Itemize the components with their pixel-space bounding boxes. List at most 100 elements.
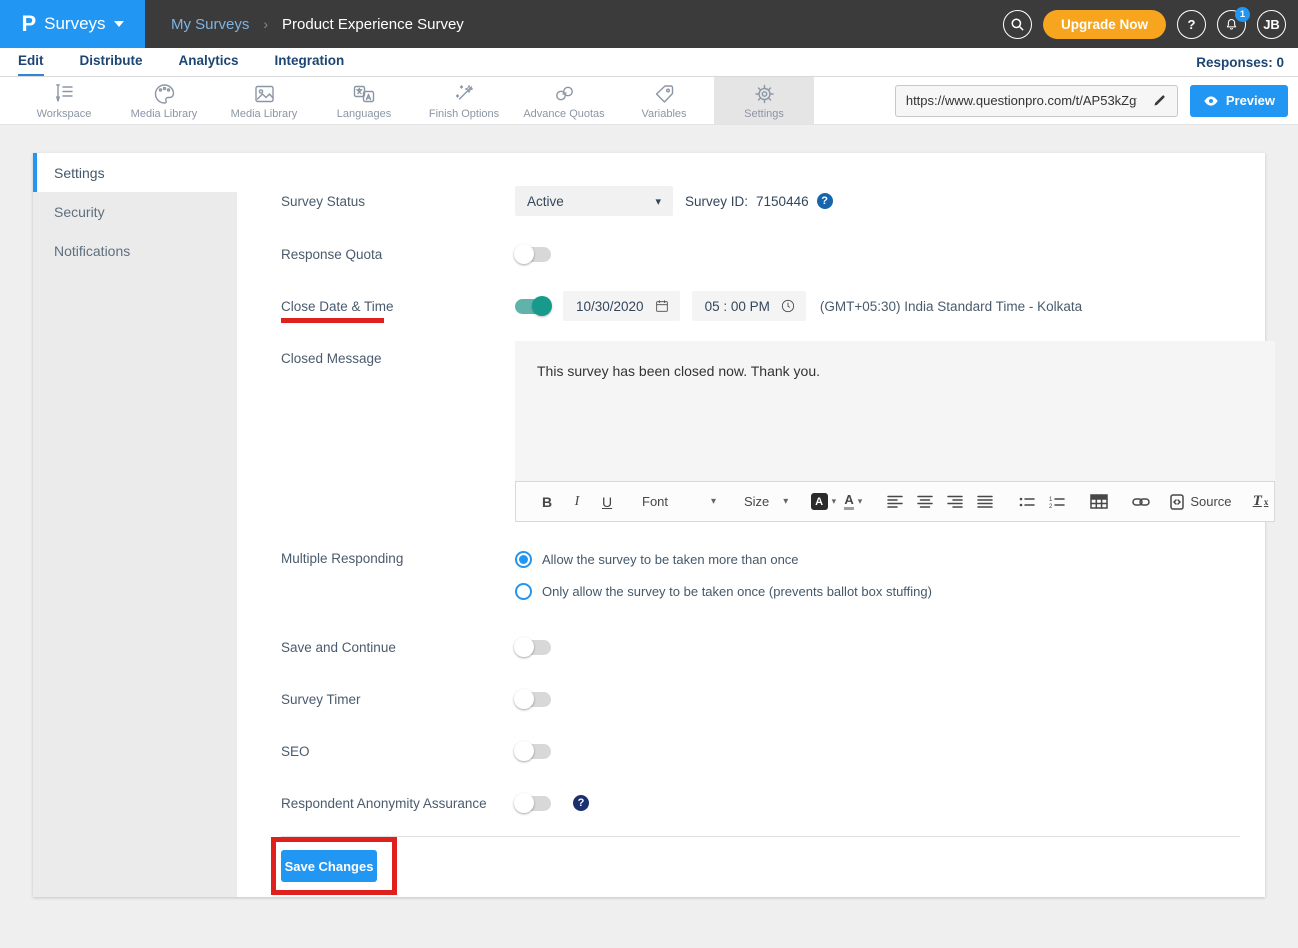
upgrade-now-button[interactable]: Upgrade Now — [1043, 10, 1166, 39]
questionpro-logo-icon: P — [21, 13, 36, 35]
closed-message-editor: This survey has been closed now. Thank y… — [515, 341, 1275, 522]
eye-icon — [1203, 95, 1219, 107]
settings-form: Survey Status Active ▾ Survey ID: 715044… — [237, 153, 1265, 897]
avatar-initials: JB — [1263, 17, 1280, 32]
annotation-red-underline — [281, 318, 384, 323]
responses-count: Responses: 0 — [1196, 55, 1298, 70]
sidebar-item-security[interactable]: Security — [33, 192, 237, 231]
radio-option-once[interactable]: Only allow the survey to be taken once (… — [515, 575, 932, 607]
tool-finish-options[interactable]: Finish Options — [414, 77, 514, 124]
align-center-button[interactable] — [912, 489, 938, 515]
finish-options-icon — [452, 82, 477, 106]
insert-link-button[interactable] — [1128, 489, 1154, 515]
breadcrumb-my-surveys[interactable]: My Surveys — [171, 16, 249, 33]
richtext-toolbar: B I U Font▾ Size▾ A▾ A▾ — [515, 481, 1275, 522]
underline-button[interactable]: U — [594, 489, 620, 515]
text-color-icon: A — [844, 493, 853, 510]
survey-id-label: Survey ID: — [685, 194, 748, 209]
radio-selected-icon — [515, 551, 532, 568]
chevron-down-icon — [114, 21, 124, 27]
tool-settings[interactable]: Settings — [714, 77, 814, 124]
survey-status-label: Survey Status — [281, 194, 515, 209]
chevron-down-icon: ▾ — [655, 195, 661, 208]
survey-id-help-icon[interactable]: ? — [817, 193, 833, 209]
respondent-anonymity-help-icon[interactable]: ? — [573, 795, 589, 811]
insert-table-button[interactable] — [1086, 489, 1112, 515]
tab-integration[interactable]: Integration — [275, 53, 345, 76]
sidebar-item-settings[interactable]: Settings — [33, 153, 237, 192]
preview-button[interactable]: Preview — [1190, 85, 1288, 117]
close-date-time-toggle[interactable] — [515, 299, 551, 314]
tab-analytics[interactable]: Analytics — [179, 53, 239, 76]
respondent-anonymity-label: Respondent Anonymity Assurance — [281, 796, 515, 811]
text-color-button[interactable]: A▾ — [840, 489, 866, 515]
align-justify-button[interactable] — [972, 489, 998, 515]
close-time-field[interactable]: 05 : 00 PM — [692, 291, 806, 321]
save-and-continue-row: Save and Continue — [281, 632, 1240, 662]
remove-format-button[interactable]: Tx — [1248, 489, 1274, 515]
respondent-anonymity-toggle[interactable] — [515, 796, 551, 811]
background-color-button[interactable]: A▾ — [810, 489, 836, 515]
response-quota-toggle[interactable] — [515, 247, 551, 262]
source-button[interactable]: Source — [1170, 489, 1231, 515]
close-date-field[interactable]: 10/30/2020 — [563, 291, 680, 321]
closed-message-textarea[interactable]: This survey has been closed now. Thank y… — [515, 341, 1275, 481]
tool-workspace[interactable]: Workspace — [14, 77, 114, 124]
multiple-responding-row: Multiple Responding Allow the survey to … — [281, 543, 1240, 607]
svg-text:2: 2 — [1049, 504, 1053, 509]
italic-button[interactable]: I — [564, 489, 590, 515]
radio-option-multiple[interactable]: Allow the survey to be taken more than o… — [515, 543, 932, 575]
seo-row: SEO — [281, 736, 1240, 766]
numbered-list-button[interactable]: 12 — [1044, 489, 1070, 515]
sidebar-item-notifications[interactable]: Notifications — [33, 231, 237, 270]
top-bar: P Surveys My Surveys › Product Experienc… — [0, 0, 1298, 48]
search-button[interactable] — [1003, 10, 1032, 39]
variables-icon — [652, 82, 677, 106]
clock-icon — [780, 298, 796, 314]
survey-timer-toggle[interactable] — [515, 692, 551, 707]
tab-edit[interactable]: Edit — [18, 53, 44, 76]
response-quota-label: Response Quota — [281, 247, 515, 262]
tool-variables[interactable]: Variables — [614, 77, 714, 124]
edit-url-button[interactable] — [1143, 86, 1177, 116]
tab-distribute[interactable]: Distribute — [80, 53, 143, 76]
size-dropdown[interactable]: Size▾ — [738, 489, 794, 515]
bulleted-list-button[interactable] — [1014, 489, 1040, 515]
multiple-responding-options: Allow the survey to be taken more than o… — [515, 543, 932, 607]
settings-sidebar: Settings Security Notifications — [33, 153, 237, 897]
survey-url-input[interactable] — [896, 93, 1143, 108]
tool-advance-quotas[interactable]: Advance Quotas — [514, 77, 614, 124]
breadcrumb-separator: › — [263, 16, 268, 32]
align-justify-icon — [977, 495, 993, 509]
top-actions: Upgrade Now ? 1 JB — [1003, 10, 1298, 39]
user-avatar[interactable]: JB — [1257, 10, 1286, 39]
surveys-app-menu[interactable]: P Surveys — [0, 0, 145, 48]
ribbon-right: Preview — [895, 77, 1298, 124]
save-and-continue-toggle[interactable] — [515, 640, 551, 655]
survey-status-row: Survey Status Active ▾ Survey ID: 715044… — [281, 186, 1240, 216]
search-icon — [1010, 17, 1025, 32]
survey-status-select[interactable]: Active ▾ — [515, 186, 673, 216]
align-left-button[interactable] — [882, 489, 908, 515]
seo-toggle[interactable] — [515, 744, 551, 759]
edit-ribbon: Workspace Media Library Media Library La… — [0, 77, 1298, 125]
close-date-time-row: Close Date & Time 10/30/2020 05 : 00 PM … — [281, 291, 1240, 321]
tool-media-library[interactable]: Media Library — [214, 77, 314, 124]
font-dropdown[interactable]: Font▾ — [636, 489, 722, 515]
closed-message-label: Closed Message — [281, 341, 515, 366]
notification-badge: 1 — [1235, 7, 1250, 22]
bold-button[interactable]: B — [534, 489, 560, 515]
tool-design[interactable]: Media Library — [114, 77, 214, 124]
advance-quotas-icon — [552, 82, 577, 106]
close-date-time-label: Close Date & Time — [281, 299, 515, 314]
tool-languages[interactable]: Languages — [314, 77, 414, 124]
align-right-button[interactable] — [942, 489, 968, 515]
link-icon — [1132, 496, 1150, 508]
notifications-button[interactable]: 1 — [1217, 10, 1246, 39]
radio-unselected-icon — [515, 583, 532, 600]
help-button[interactable]: ? — [1177, 10, 1206, 39]
survey-url-box — [895, 85, 1178, 117]
table-icon — [1090, 494, 1108, 509]
media-library-icon — [252, 82, 277, 106]
save-changes-button[interactable]: Save Changes — [281, 850, 377, 882]
